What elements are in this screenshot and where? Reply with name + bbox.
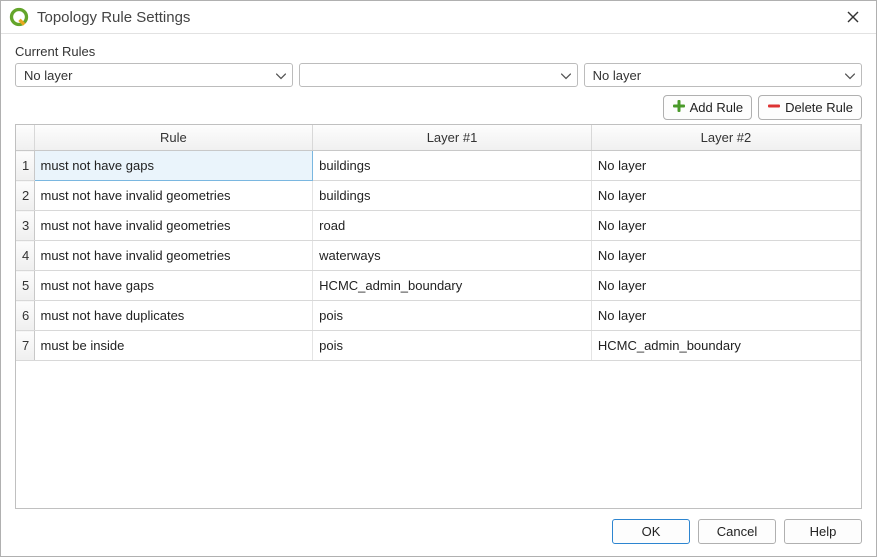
table-row[interactable]: 7must be insidepoisHCMC_admin_boundary xyxy=(16,331,861,361)
rule-select[interactable] xyxy=(299,63,577,87)
row-number[interactable]: 5 xyxy=(16,271,34,301)
cell-layer2[interactable]: No layer xyxy=(591,181,860,211)
window-title: Topology Rule Settings xyxy=(37,9,190,26)
rules-table: Rule Layer #1 Layer #2 1must not have ga… xyxy=(16,125,861,361)
add-rule-button[interactable]: Add Rule xyxy=(663,95,752,120)
dialog-content: Current Rules No layer No layer xyxy=(1,34,876,509)
row-number[interactable]: 1 xyxy=(16,151,34,181)
cell-layer2[interactable]: No layer xyxy=(591,151,860,181)
cell-rule[interactable]: must not have duplicates xyxy=(34,301,313,331)
minus-icon xyxy=(767,99,781,116)
rule-selectors-row: No layer No layer xyxy=(15,63,862,87)
cell-layer2[interactable]: No layer xyxy=(591,211,860,241)
cell-layer1[interactable]: waterways xyxy=(313,241,592,271)
qgis-logo-icon xyxy=(9,7,29,27)
dialog-button-bar: OK Cancel Help xyxy=(1,509,876,556)
cell-layer1[interactable]: buildings xyxy=(313,151,592,181)
table-row[interactable]: 3must not have invalid geometriesroadNo … xyxy=(16,211,861,241)
row-number[interactable]: 6 xyxy=(16,301,34,331)
cell-rule[interactable]: must be inside xyxy=(34,331,313,361)
cell-layer2[interactable]: HCMC_admin_boundary xyxy=(591,331,860,361)
cell-layer1[interactable]: buildings xyxy=(313,181,592,211)
col-header-rule[interactable]: Rule xyxy=(34,125,313,151)
chevron-down-icon xyxy=(845,68,855,83)
layer1-select[interactable]: No layer xyxy=(15,63,293,87)
ok-button[interactable]: OK xyxy=(612,519,690,544)
rules-table-wrap: Rule Layer #1 Layer #2 1must not have ga… xyxy=(15,124,862,509)
row-number[interactable]: 3 xyxy=(16,211,34,241)
chevron-down-icon xyxy=(561,68,571,83)
cell-layer2[interactable]: No layer xyxy=(591,301,860,331)
table-row[interactable]: 2must not have invalid geometriesbuildin… xyxy=(16,181,861,211)
current-rules-label: Current Rules xyxy=(15,44,862,59)
delete-rule-button[interactable]: Delete Rule xyxy=(758,95,862,120)
row-number[interactable]: 2 xyxy=(16,181,34,211)
layer1-select-value: No layer xyxy=(24,68,72,83)
cell-layer2[interactable]: No layer xyxy=(591,271,860,301)
table-row[interactable]: 5must not have gapsHCMC_admin_boundaryNo… xyxy=(16,271,861,301)
table-row[interactable]: 6must not have duplicatespoisNo layer xyxy=(16,301,861,331)
cell-rule[interactable]: must not have invalid geometries xyxy=(34,211,313,241)
row-number[interactable]: 4 xyxy=(16,241,34,271)
cell-layer1[interactable]: road xyxy=(313,211,592,241)
plus-icon xyxy=(672,99,686,116)
cell-layer1[interactable]: pois xyxy=(313,331,592,361)
close-button[interactable] xyxy=(840,7,866,27)
cell-rule[interactable]: must not have gaps xyxy=(34,271,313,301)
delete-rule-label: Delete Rule xyxy=(785,100,853,115)
cell-layer1[interactable]: HCMC_admin_boundary xyxy=(313,271,592,301)
col-header-layer1[interactable]: Layer #1 xyxy=(313,125,592,151)
table-row[interactable]: 4must not have invalid geometrieswaterwa… xyxy=(16,241,861,271)
table-corner xyxy=(16,125,34,151)
chevron-down-icon xyxy=(276,68,286,83)
table-row[interactable]: 1must not have gapsbuildingsNo layer xyxy=(16,151,861,181)
layer2-select[interactable]: No layer xyxy=(584,63,862,87)
titlebar: Topology Rule Settings xyxy=(1,1,876,34)
cell-layer2[interactable]: No layer xyxy=(591,241,860,271)
cell-rule[interactable]: must not have gaps xyxy=(34,151,313,181)
close-icon xyxy=(847,11,859,23)
add-rule-label: Add Rule xyxy=(690,100,743,115)
table-empty-area xyxy=(16,361,861,508)
cell-rule[interactable]: must not have invalid geometries xyxy=(34,241,313,271)
cell-layer1[interactable]: pois xyxy=(313,301,592,331)
col-header-layer2[interactable]: Layer #2 xyxy=(591,125,860,151)
row-number[interactable]: 7 xyxy=(16,331,34,361)
cancel-button[interactable]: Cancel xyxy=(698,519,776,544)
toolbar-row: Add Rule Delete Rule xyxy=(15,95,862,120)
cell-rule[interactable]: must not have invalid geometries xyxy=(34,181,313,211)
dialog-window: Topology Rule Settings Current Rules No … xyxy=(0,0,877,557)
table-header-row: Rule Layer #1 Layer #2 xyxy=(16,125,861,151)
layer2-select-value: No layer xyxy=(593,68,641,83)
help-button[interactable]: Help xyxy=(784,519,862,544)
